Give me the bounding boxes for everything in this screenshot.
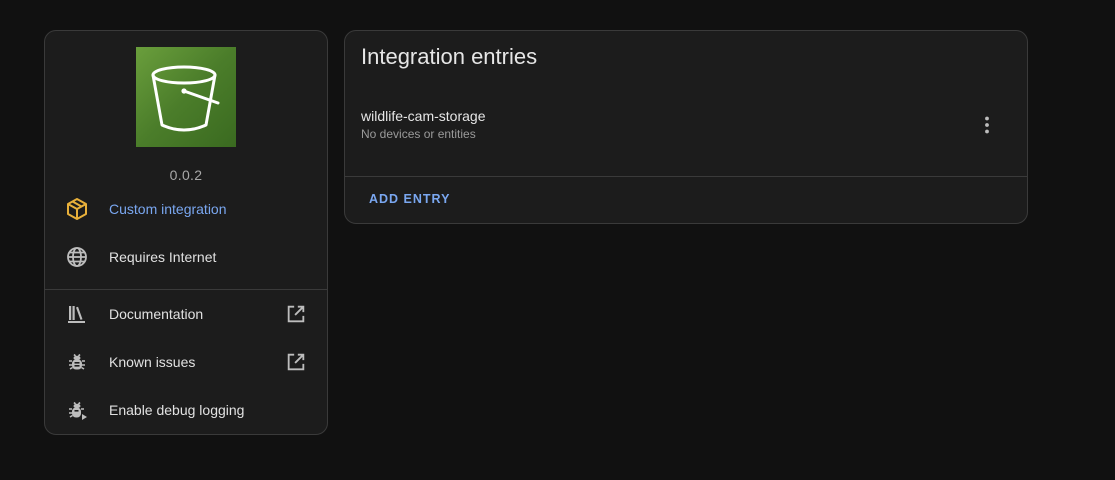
integration-entries-card: Integration entries wildlife-cam-storage… bbox=[344, 30, 1028, 224]
entry-subtitle: No devices or entities bbox=[361, 127, 476, 141]
divider bbox=[45, 289, 327, 290]
documentation-link[interactable]: Documentation bbox=[45, 294, 327, 334]
custom-integration-row: Custom integration bbox=[45, 189, 327, 229]
bug-icon bbox=[65, 350, 89, 374]
globe-icon bbox=[65, 245, 89, 269]
enable-debug-logging-button[interactable]: Enable debug logging bbox=[45, 390, 327, 430]
integration-info-card: 0.0.2 Custom integration Requires Intern… bbox=[44, 30, 328, 435]
open-in-new-icon[interactable] bbox=[285, 303, 307, 325]
open-in-new-icon[interactable] bbox=[285, 351, 307, 373]
requires-internet-label: Requires Internet bbox=[109, 249, 217, 265]
s3-bucket-icon bbox=[136, 47, 236, 147]
known-issues-link[interactable]: Known issues bbox=[45, 342, 327, 382]
version-label: 0.0.2 bbox=[169, 167, 203, 183]
package-icon bbox=[65, 197, 89, 221]
known-issues-label: Known issues bbox=[109, 354, 196, 370]
requires-internet-row: Requires Internet bbox=[45, 237, 327, 277]
entry-name[interactable]: wildlife-cam-storage bbox=[361, 108, 485, 124]
divider bbox=[345, 176, 1027, 177]
entries-title: Integration entries bbox=[361, 44, 538, 69]
bug-play-icon bbox=[65, 398, 89, 422]
documentation-label: Documentation bbox=[109, 306, 204, 322]
bookshelf-icon bbox=[65, 302, 89, 326]
custom-integration-label: Custom integration bbox=[109, 201, 227, 217]
dots-vertical-icon[interactable] bbox=[975, 113, 999, 137]
enable-debug-logging-label: Enable debug logging bbox=[109, 402, 245, 418]
add-entry-button[interactable]: ADD ENTRY bbox=[369, 192, 450, 206]
